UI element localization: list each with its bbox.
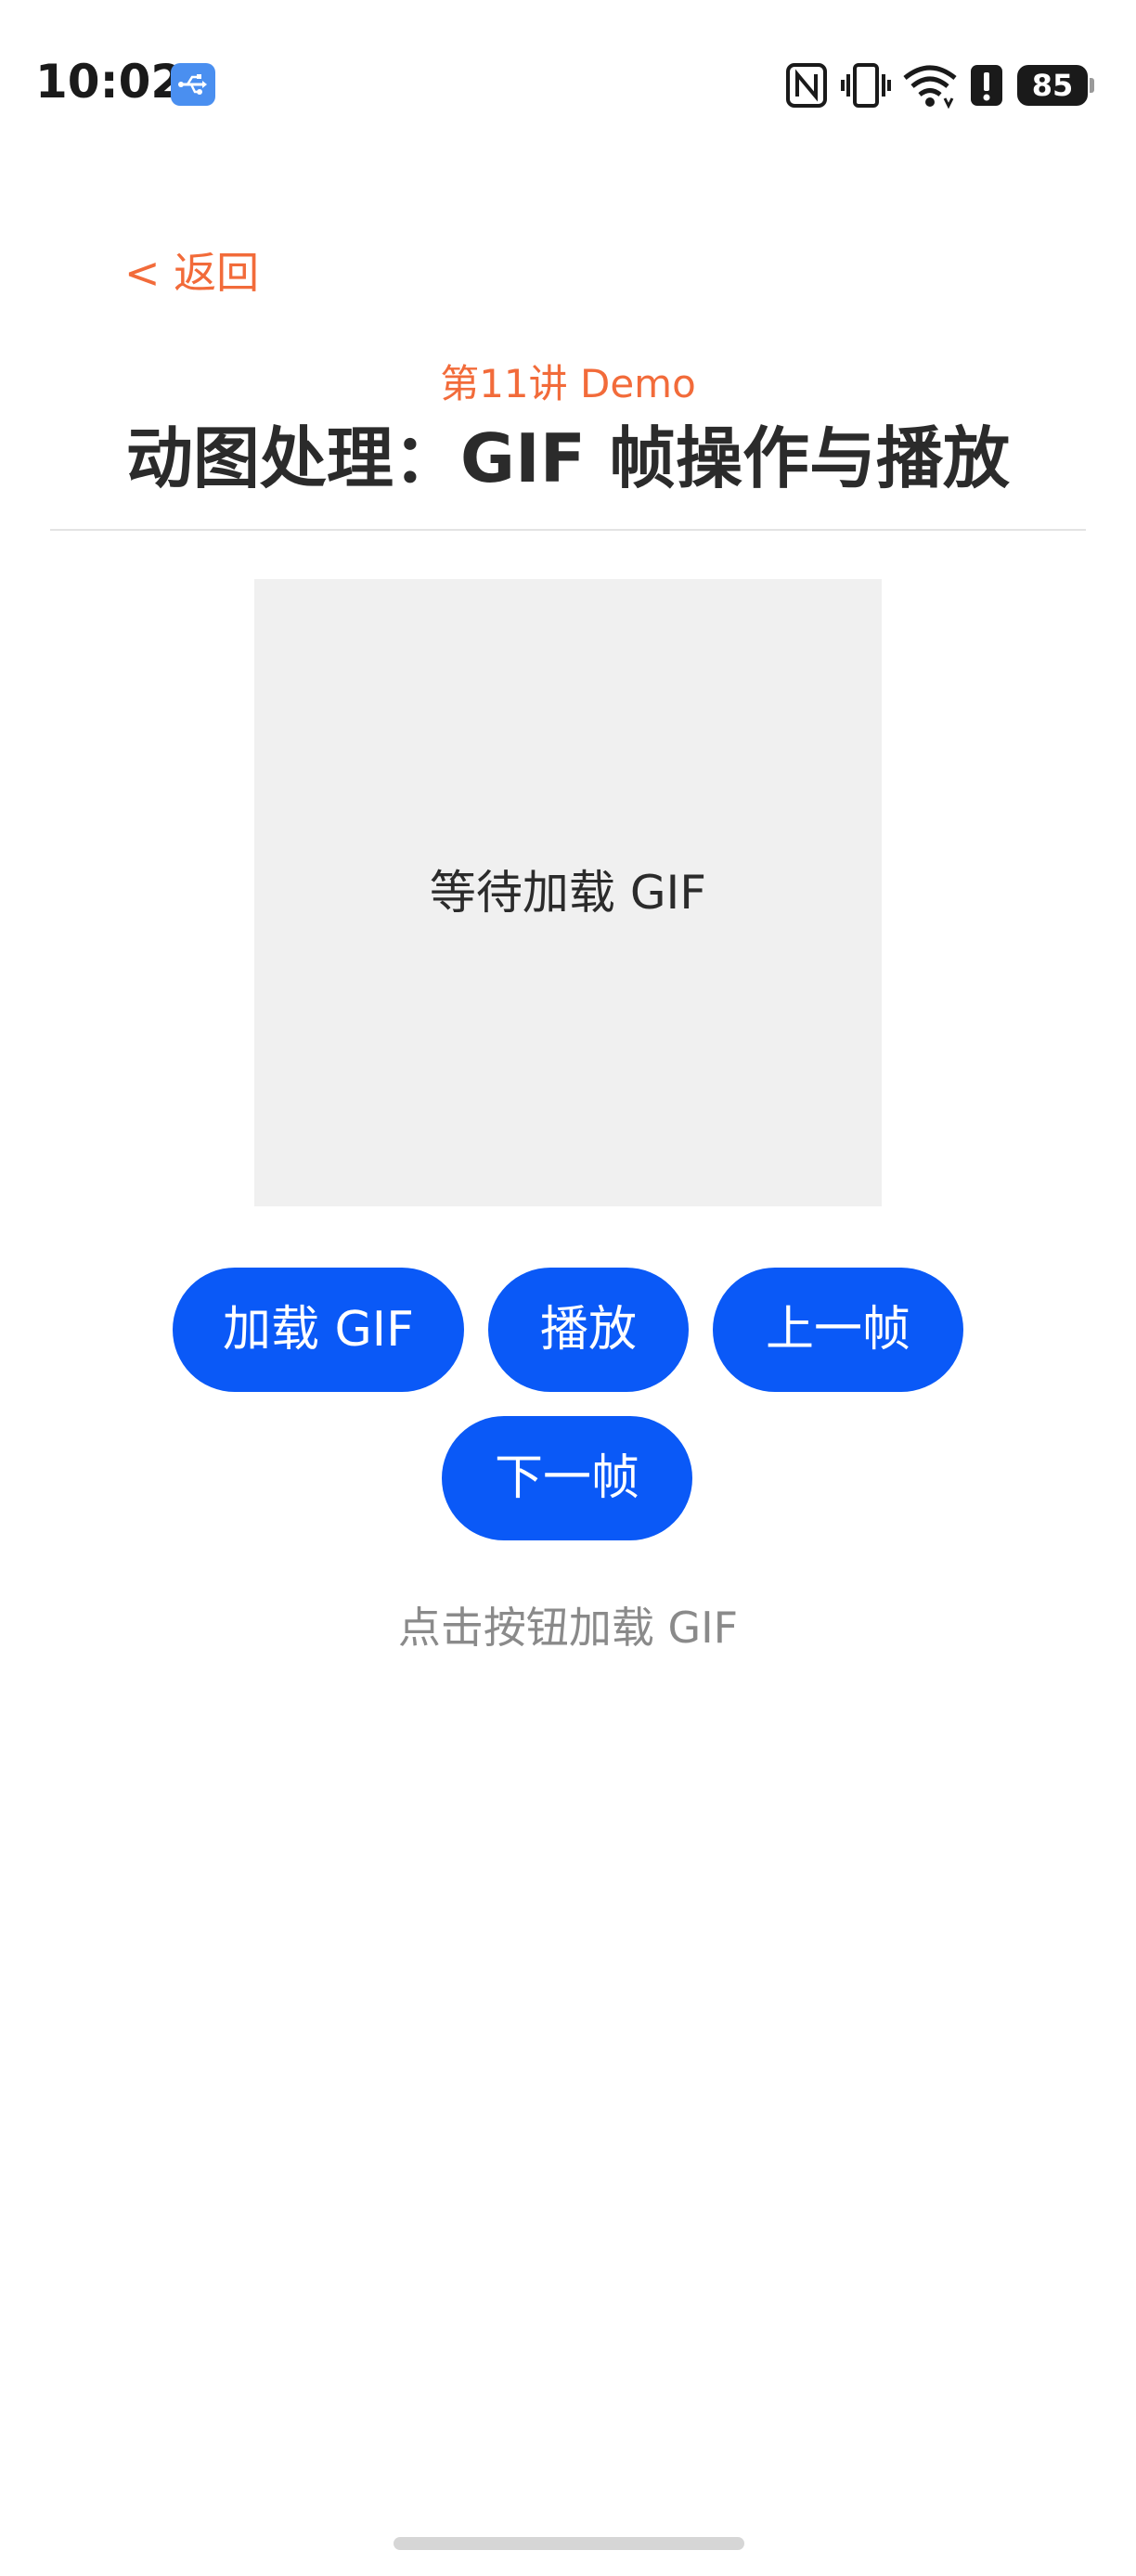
- page-title: 动图处理：GIF 帧操作与播放: [125, 419, 1011, 497]
- play-button[interactable]: 播放: [488, 1268, 689, 1392]
- back-button[interactable]: < 返回: [124, 245, 259, 301]
- lesson-subtitle: 第11讲 Demo: [440, 361, 696, 406]
- previous-frame-button[interactable]: 上一帧: [713, 1268, 963, 1392]
- home-indicator[interactable]: [394, 2537, 744, 2550]
- battery-cap: [1090, 78, 1094, 93]
- load-gif-button[interactable]: 加载 GIF: [173, 1268, 464, 1392]
- battery-icon: 85: [1017, 65, 1094, 106]
- usb-icon: [171, 63, 215, 106]
- wifi-icon: [903, 65, 957, 109]
- next-frame-button[interactable]: 下一帧: [442, 1416, 692, 1540]
- status-time: 10:02: [35, 55, 184, 109]
- status-hint: 点击按钮加载 GIF: [397, 1603, 739, 1653]
- vibrate-icon: [841, 63, 891, 108]
- nfc-icon: [786, 63, 827, 108]
- header-divider: [50, 529, 1086, 531]
- gif-placeholder-text: 等待加载 GIF: [429, 866, 707, 920]
- gif-preview: 等待加载 GIF: [254, 579, 882, 1206]
- alert-icon: [971, 65, 1002, 106]
- battery-level: 85: [1031, 68, 1074, 103]
- status-bar: 10:02 85: [0, 0, 1136, 167]
